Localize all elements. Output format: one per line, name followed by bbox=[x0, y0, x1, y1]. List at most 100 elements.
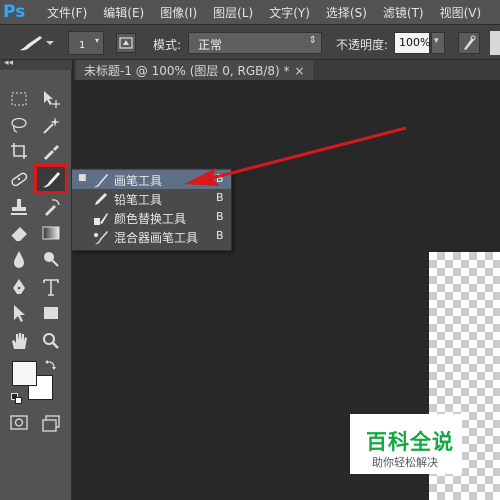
watermark-logo: 百科全说 助你轻松解决 bbox=[350, 414, 462, 474]
collapse-icon[interactable]: ◂◂ bbox=[4, 58, 13, 68]
watermark-subtitle: 助你轻松解决 bbox=[372, 456, 438, 469]
document-tab[interactable]: 未标题-1 @ 100% (图层 0, RGB/8) * × bbox=[76, 60, 313, 80]
flyout-item-label: 画笔工具 bbox=[114, 174, 163, 188]
history-brush-icon bbox=[45, 199, 60, 216]
menu-view[interactable]: 视图(V) bbox=[440, 4, 482, 21]
document-tab-bar: 未标题-1 @ 100% (图层 0, RGB/8) * × bbox=[74, 60, 500, 80]
flyout-item-color-replacement-tool[interactable]: 颜色替换工具 B bbox=[72, 208, 231, 227]
menu-type[interactable]: 文字(Y) bbox=[269, 4, 310, 21]
tools-panel-header[interactable]: ◂◂ bbox=[0, 58, 72, 70]
brush-size-value: 1 bbox=[79, 40, 86, 51]
brush-size-picker[interactable]: 1 ▾ bbox=[68, 31, 104, 55]
rectangle-tool[interactable] bbox=[40, 302, 62, 324]
brush-tool[interactable] bbox=[34, 164, 68, 194]
crop-tool[interactable] bbox=[8, 140, 30, 162]
selected-bullet-icon: ■ bbox=[78, 173, 87, 183]
screen-mode-button[interactable] bbox=[40, 412, 62, 434]
healing-bandage-icon bbox=[11, 172, 28, 187]
arrow-pointer-icon bbox=[14, 305, 25, 322]
updown-icon: ⇕ bbox=[308, 35, 317, 46]
pen-tool[interactable] bbox=[8, 276, 30, 298]
pressure-opacity-button[interactable] bbox=[458, 32, 480, 54]
blend-mode-select[interactable]: 正常 ⇕ bbox=[188, 32, 322, 54]
brush-preset-picker[interactable] bbox=[16, 32, 58, 54]
flyout-item-label: 混合器画笔工具 bbox=[114, 231, 199, 245]
chevron-down-icon: ▾ bbox=[434, 36, 439, 46]
zoom-tool[interactable] bbox=[40, 330, 62, 352]
default-colors-icon[interactable] bbox=[11, 393, 23, 405]
move-icon bbox=[44, 91, 60, 108]
flyout-item-label: 铅笔工具 bbox=[114, 193, 163, 207]
hand-icon bbox=[12, 333, 27, 349]
eraser-tool[interactable] bbox=[8, 222, 30, 244]
blend-mode-value: 正常 bbox=[198, 38, 223, 52]
flyout-item-label: 颜色替换工具 bbox=[114, 212, 187, 226]
options-bar: 1 ▾ 模式: 正常 ⇕ 不透明度: 100% ▾ bbox=[0, 24, 500, 60]
brush-icon bbox=[43, 172, 60, 188]
watermark-title: 百科全说 bbox=[366, 430, 454, 454]
brush-preset-icon bbox=[20, 36, 54, 51]
tools-panel: ◂◂ bbox=[0, 58, 72, 500]
type-t-icon bbox=[43, 279, 59, 296]
type-tool[interactable] bbox=[40, 276, 62, 298]
opacity-slider-button[interactable]: ▾ bbox=[431, 32, 445, 54]
dodge-tool[interactable] bbox=[40, 248, 62, 270]
crop-icon bbox=[11, 143, 27, 159]
menu-filter[interactable]: 滤镜(T) bbox=[383, 4, 424, 21]
quick-mask-icon bbox=[10, 415, 28, 430]
stamp-icon bbox=[11, 199, 27, 215]
clone-stamp-tool[interactable] bbox=[8, 196, 30, 218]
swap-colors-icon[interactable] bbox=[44, 358, 58, 372]
red-annotation-arrow bbox=[184, 126, 407, 186]
rectangle-shape-icon bbox=[44, 307, 58, 319]
airbrush-button[interactable] bbox=[490, 31, 500, 55]
flyout-item-mixer-brush-tool[interactable]: 混合器画笔工具 B bbox=[72, 227, 231, 246]
flyout-item-shortcut: B bbox=[216, 210, 224, 223]
menu-image[interactable]: 图像(I) bbox=[160, 4, 197, 21]
foreground-color-swatch[interactable] bbox=[12, 361, 37, 386]
screen-mode-icon bbox=[42, 415, 60, 432]
lasso-icon bbox=[11, 117, 27, 133]
menu-edit[interactable]: 编辑(E) bbox=[103, 4, 144, 21]
pen-nib-icon bbox=[13, 279, 25, 294]
menu-file[interactable]: 文件(F) bbox=[47, 4, 87, 21]
opacity-label: 不透明度: bbox=[336, 38, 389, 52]
hand-tool[interactable] bbox=[8, 330, 30, 352]
water-drop-icon bbox=[14, 251, 24, 268]
lasso-tool[interactable] bbox=[8, 114, 30, 136]
eraser-icon bbox=[10, 227, 27, 242]
spot-healing-brush-tool[interactable] bbox=[8, 168, 30, 190]
eyedropper-tool[interactable] bbox=[40, 140, 62, 162]
magic-wand-icon bbox=[43, 117, 60, 134]
chevron-down-icon: ▾ bbox=[95, 36, 100, 45]
mixer-brush-icon bbox=[94, 231, 108, 245]
opacity-value: 100% bbox=[399, 36, 431, 49]
close-icon[interactable]: × bbox=[295, 64, 305, 78]
marquee-icon bbox=[11, 92, 27, 106]
rectangular-marquee-tool[interactable] bbox=[8, 88, 30, 110]
quick-mask-button[interactable] bbox=[8, 412, 30, 434]
eyedropper-icon bbox=[44, 145, 59, 160]
menu-select[interactable]: 选择(S) bbox=[326, 4, 367, 21]
color-replacement-icon bbox=[94, 213, 108, 225]
path-selection-tool[interactable] bbox=[8, 302, 30, 324]
menu-layer[interactable]: 图层(L) bbox=[213, 4, 253, 21]
history-brush-tool[interactable] bbox=[40, 196, 62, 218]
gradient-icon bbox=[42, 226, 60, 240]
mode-label: 模式: bbox=[153, 38, 182, 52]
toggle-brush-panel-button[interactable] bbox=[116, 33, 136, 53]
pencil-icon bbox=[95, 193, 107, 205]
magic-wand-tool[interactable] bbox=[40, 114, 62, 136]
opacity-input[interactable]: 100% bbox=[394, 32, 430, 54]
move-tool[interactable] bbox=[40, 88, 62, 110]
brush-panel-icon bbox=[119, 37, 133, 49]
pen-pressure-icon bbox=[464, 35, 476, 50]
photoshop-logo: Ps bbox=[3, 2, 26, 22]
menu-bar: Ps 文件(F) 编辑(E) 图像(I) 图层(L) 文字(Y) 选择(S) 滤… bbox=[0, 0, 500, 24]
brush-icon bbox=[94, 174, 108, 188]
flyout-item-shortcut: B bbox=[216, 229, 224, 242]
blur-tool[interactable] bbox=[8, 248, 30, 270]
document-tab-title: 未标题-1 @ 100% (图层 0, RGB/8) * bbox=[84, 64, 290, 78]
magnifier-icon bbox=[43, 333, 59, 349]
gradient-tool[interactable] bbox=[40, 222, 62, 244]
